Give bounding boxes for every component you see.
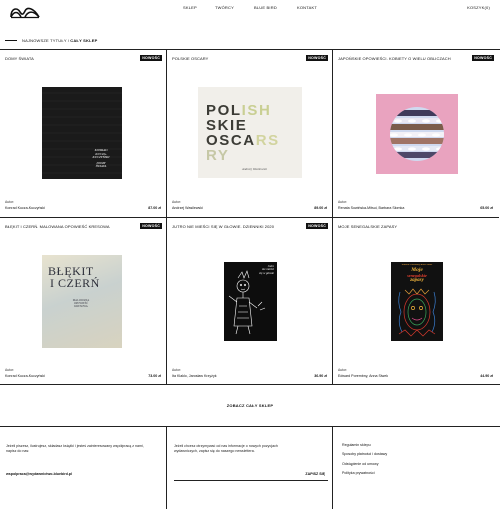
- cooperation-email-link[interactable]: wspolpraca@wydawnictwo-bluebird.pl: [6, 472, 72, 476]
- footer-cooperation: Jeżeli piszesz, ilustrujesz, składasz ks…: [0, 427, 166, 509]
- product-title[interactable]: DOMY ŚWIATA: [5, 56, 125, 61]
- nav-contact-link[interactable]: KONTAKT: [297, 5, 317, 10]
- product-card[interactable]: JAPOŃSKIE OPOWIEŚCI. KOBIETY O WIELU OBL…: [332, 50, 499, 218]
- product-price: 73.00 zł: [148, 374, 161, 378]
- cooperation-text: Jeżeli piszesz, ilustrujesz, składasz ks…: [6, 444, 144, 453]
- author-label: Autor:: [172, 200, 182, 204]
- product-authors: Konrad Kucza-Kuczyński: [5, 374, 45, 378]
- book-cover-image[interactable]: Jutro nie mieści się w głowie: [224, 262, 277, 341]
- product-card[interactable]: DOMY ŚWIATA NOWOŚĆ KONRAD KUCZA- KUCZYŃS…: [0, 50, 167, 218]
- breadcrumb-path[interactable]: NAJNOWSZE TYTUŁY /: [22, 38, 69, 43]
- breadcrumb-current: CAŁY SKLEP: [70, 37, 98, 43]
- book-cover-image[interactable]: KONRAD KUCZA- KUCZYŃSKI DOMY ŚWIATA: [42, 87, 122, 179]
- cart-link[interactable]: KOSZYK(0): [467, 5, 490, 10]
- new-badge: NOWOŚĆ: [306, 223, 328, 229]
- product-authors: Andrzej Wasilewski: [172, 206, 203, 210]
- book-cover-image[interactable]: [376, 94, 458, 174]
- newsletter-subscribe-button[interactable]: ZAPISZ SIĘ: [305, 472, 325, 476]
- cover-author: Andrzej Wasilewski: [242, 167, 267, 171]
- product-price: 44.90 zł: [480, 374, 493, 378]
- site-footer: Jeżeli piszesz, ilustrujesz, składasz ks…: [0, 427, 500, 509]
- footer-link-payment-delivery[interactable]: Sposoby płatności i dostawy: [342, 452, 387, 461]
- book-cover-image[interactable]: BŁĘKIT I CZERŃ MALOWANA OPOWIEŚĆ KRESOWA: [42, 255, 122, 348]
- cover-pattern-graphic: [390, 107, 444, 161]
- footer-links: Regulamin sklepu Sposoby płatności i dos…: [332, 427, 500, 509]
- product-price: 87.00 zł: [148, 206, 161, 210]
- footer-link-withdrawal[interactable]: Odstąpienie od umowy: [342, 462, 387, 471]
- footer-link-terms[interactable]: Regulamin sklepu: [342, 443, 387, 452]
- product-price: 65.00 zł: [480, 206, 493, 210]
- new-badge: NOWOŚĆ: [140, 223, 162, 229]
- bluebird-logo-icon[interactable]: [10, 5, 40, 19]
- cover-text: się w głowie: [259, 270, 274, 275]
- product-title[interactable]: JUTRO NIE MIEŚCI SIĘ W GŁOWIE. DZIENNIKI…: [172, 224, 292, 229]
- product-price: 89.00 zł: [314, 206, 327, 210]
- product-authors: Konrad Kucza-Kuczyński: [5, 206, 45, 210]
- cover-text: ŚWIATA: [95, 164, 107, 169]
- newsletter-email-input-line[interactable]: [174, 480, 328, 481]
- new-badge: NOWOŚĆ: [472, 55, 494, 61]
- product-price: 36.90 zł: [314, 374, 327, 378]
- product-title[interactable]: JAPOŃSKIE OPOWIEŚCI. KOBIETY O WIELU OBL…: [338, 56, 458, 61]
- cover-title-line: zapasy: [410, 278, 424, 283]
- new-badge: NOWOŚĆ: [140, 55, 162, 61]
- nav-shop-link[interactable]: SKLEP: [183, 5, 197, 10]
- site-header: SKLEP TWÓRCY BLUE BIRD KONTAKT KOSZYK(0): [0, 0, 500, 22]
- author-label: Autor:: [172, 368, 182, 372]
- author-label: Autor:: [5, 368, 15, 372]
- product-card[interactable]: MOJE SENEGALSKIE ZAPASY Edward Porembny,…: [332, 217, 499, 385]
- author-label: Autor:: [338, 200, 348, 204]
- new-badge: NOWOŚĆ: [306, 55, 328, 61]
- product-card[interactable]: JUTRO NIE MIEŚCI SIĘ W GŁOWIE. DZIENNIKI…: [166, 217, 333, 385]
- newsletter-text: Jeżeli chcesz otrzymywać od nas informac…: [174, 444, 278, 453]
- see-all-link-row: ZOBACZ CAŁY SKLEP: [0, 385, 500, 427]
- product-authors: Ita Klaklo, Jarosław Krzyżyk: [172, 374, 217, 378]
- book-cover-image[interactable]: Edward Porembny, Anna Siwek Moje senegal…: [391, 262, 443, 341]
- book-cover-image[interactable]: POLISH SKIE OSCARS RY Andrzej Wasilewski: [198, 87, 302, 178]
- product-card[interactable]: BŁĘKIT I CZERŃ. MALOWANA OPOWIEŚĆ KRESOW…: [0, 217, 167, 385]
- author-label: Autor:: [338, 368, 348, 372]
- product-title[interactable]: POLSKIE OSCARY: [172, 56, 292, 61]
- product-card[interactable]: POLSKIE OSCARY NOWOŚĆ POLISH SKIE OSCARS…: [166, 50, 333, 218]
- author-label: Autor:: [5, 200, 15, 204]
- product-title[interactable]: BŁĘKIT I CZERŃ. MALOWANA OPOWIEŚĆ KRESOW…: [5, 224, 125, 229]
- nav-authors-link[interactable]: TWÓRCY: [215, 5, 234, 10]
- product-authors: Renata Sowińska-Mitsui, Barbara Słomka: [338, 206, 405, 210]
- cover-text: KUCZYŃSKI: [92, 155, 110, 160]
- nav-blue-bird-link[interactable]: BLUE BIRD: [254, 5, 277, 10]
- cover-title-line: I CZERŃ: [50, 276, 100, 290]
- product-authors: Edward Porembny, Anna Siwek: [338, 374, 389, 378]
- breadcrumb: NAJNOWSZE TYTUŁY / CAŁY SKLEP: [5, 37, 98, 43]
- footer-link-privacy-policy[interactable]: Polityka prywatności: [342, 471, 387, 480]
- product-title[interactable]: MOJE SENEGALSKIE ZAPASY: [338, 224, 458, 229]
- footer-newsletter: Jeżeli chcesz otrzymywać od nas informac…: [166, 427, 332, 509]
- cover-authors: Edward Porembny, Anna Siwek: [401, 264, 433, 266]
- see-all-link[interactable]: ZOBACZ CAŁY SKLEP: [227, 403, 273, 408]
- product-grid: DOMY ŚWIATA NOWOŚĆ KONRAD KUCZA- KUCZYŃS…: [0, 49, 500, 385]
- cover-text: KRESOWA: [74, 305, 88, 309]
- breadcrumb-divider-line: [5, 39, 17, 41]
